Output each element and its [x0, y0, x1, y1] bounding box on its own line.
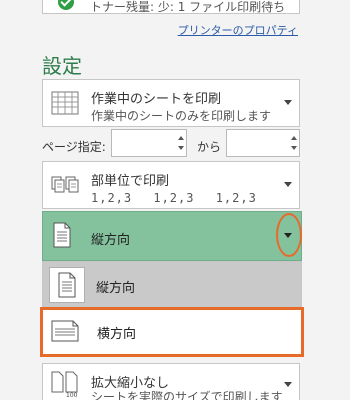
portrait-page-icon	[53, 222, 71, 248]
svg-text:100: 100	[66, 392, 78, 398]
option-portrait-label: 縦方向	[96, 281, 136, 296]
orientation-option-landscape[interactable]: 横方向	[40, 307, 304, 357]
printer-status-text: トナー残量: 少: 1 ファイル印刷待ち	[90, 0, 286, 14]
spin-up-icon[interactable]	[291, 136, 297, 140]
pages-label: ページ指定:	[42, 140, 106, 154]
spin-down-icon[interactable]	[178, 146, 184, 150]
print-what-dropdown[interactable]: 作業中のシートを印刷 作業中のシートのみを印刷します	[42, 79, 300, 127]
page-to-input[interactable]	[226, 129, 300, 157]
collation-subtitle: 1,2,3 1,2,3 1,2,3	[91, 191, 257, 205]
page-from-input[interactable]	[111, 129, 187, 157]
option-icon-frame	[49, 267, 85, 303]
scale-pages-icon: 100	[51, 371, 78, 398]
collation-dropdown[interactable]: 部単位で印刷 1,2,3 1,2,3 1,2,3	[42, 161, 300, 209]
orientation-dropdown[interactable]: 縦方向	[42, 211, 302, 261]
spin-down-icon[interactable]	[291, 146, 297, 150]
sheet-grid-icon	[51, 91, 79, 115]
print-settings-panel: トナー残量: 少: 1 ファイル印刷待ち プリンターのプロパティ 設定 作業中の…	[0, 0, 350, 400]
orientation-selected-label: 縦方向	[91, 233, 131, 248]
annotation-circle	[276, 213, 302, 257]
orientation-options-list: 縦方向 横方向	[40, 261, 304, 357]
landscape-page-icon	[51, 320, 79, 342]
print-what-subtitle: 作業中のシートのみを印刷します	[91, 109, 272, 123]
settings-heading: 設定	[42, 54, 82, 78]
chevron-down-icon	[284, 100, 292, 105]
orientation-option-portrait[interactable]: 縦方向	[43, 262, 301, 308]
collated-pages-icon	[51, 176, 79, 193]
pages-to-label: から	[197, 140, 222, 154]
scaling-subtitle: シートを実際のサイズで印刷します	[91, 390, 283, 400]
print-what-title: 作業中のシートを印刷	[91, 92, 222, 107]
printer-properties-link[interactable]: プリンターのプロパティ	[178, 22, 298, 38]
option-landscape-label: 横方向	[97, 327, 137, 342]
collation-title: 部単位で印刷	[91, 174, 170, 189]
scaling-dropdown[interactable]: 100 拡大縮小なし シートを実際のサイズで印刷します	[42, 363, 300, 400]
portrait-page-icon	[58, 272, 76, 298]
chevron-down-icon	[284, 382, 292, 387]
spin-up-icon[interactable]	[178, 136, 184, 140]
chevron-down-icon	[284, 182, 292, 187]
